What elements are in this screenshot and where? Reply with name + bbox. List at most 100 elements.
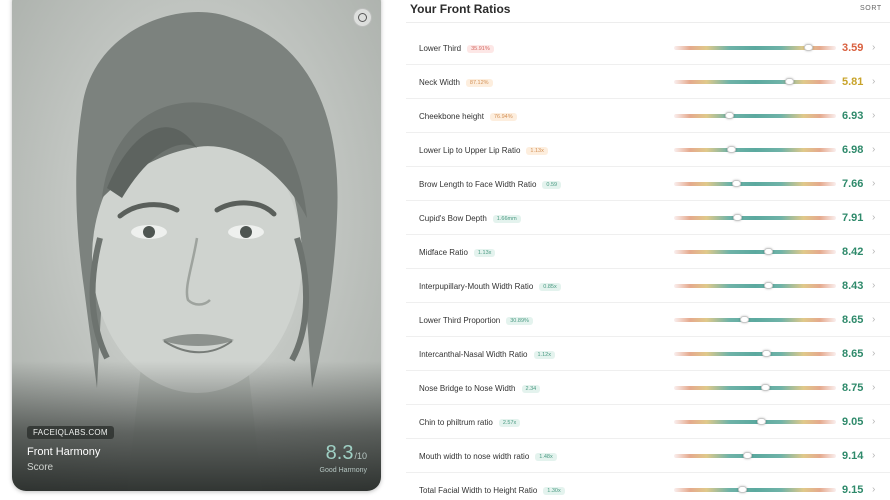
ratio-row[interactable]: Interpupillary-Mouth Width Ratio 0.85x 8.4… [406, 269, 890, 303]
ratio-marker [725, 112, 735, 119]
chevron-right-icon: › [872, 416, 876, 427]
chevron-right-icon: › [872, 246, 876, 257]
ratio-range-bar [674, 250, 836, 254]
ratio-label: Chin to philtrum ratio 2.57x [419, 418, 521, 427]
ratio-score: 9.14 [842, 450, 864, 462]
ratio-measure-badge: 0.59 [542, 181, 562, 189]
ratio-row[interactable]: Intercanthal-Nasal Width Ratio 1.12x 8.65 › [406, 337, 890, 371]
ratio-row[interactable]: Cupid's Bow Depth 1.66mm 7.91 › [406, 201, 890, 235]
ratio-row[interactable]: Total Facial Width to Height Ratio 1.30x 9… [406, 473, 890, 500]
ratio-name: Intercanthal-Nasal Width Ratio [419, 350, 528, 359]
chevron-right-icon: › [872, 348, 876, 359]
ratio-measure-badge: 1.30x [543, 487, 565, 495]
ratio-label: Brow Length to Face Width Ratio 0.59 [419, 180, 562, 189]
ratio-measure-badge: 87.12% [465, 79, 493, 87]
chevron-right-icon: › [872, 212, 876, 223]
ratio-measure-badge: 1.48x [535, 453, 557, 461]
ratio-range-bar [674, 420, 836, 424]
ratio-name: Lower Lip to Upper Lip Ratio [419, 146, 521, 155]
settings-button[interactable] [353, 8, 372, 27]
ratio-range-bar [674, 488, 836, 492]
ratio-row[interactable]: Lower Lip to Upper Lip Ratio 1.13x 6.98 › [406, 133, 890, 167]
panel-title: Your Front Ratios [410, 2, 511, 16]
brand-watermark: FACEIQLABS.COM [27, 426, 114, 439]
chevron-right-icon: › [872, 450, 876, 461]
ratio-range-bar [674, 454, 836, 458]
ratio-score: 8.65 [842, 314, 864, 326]
ratio-measure-badge: 1.13x [526, 147, 548, 155]
ratio-label: Cupid's Bow Depth 1.66mm [419, 214, 521, 223]
ratio-row[interactable]: Neck Width 87.12% 5.81 › [406, 65, 890, 99]
panel-divider [406, 22, 890, 23]
ratio-label: Midface Ratio 1.13x [419, 248, 496, 257]
ratio-score: 8.75 [842, 382, 864, 394]
ratio-measure-badge: 0.85x [539, 283, 561, 291]
ratio-score: 8.65 [842, 348, 864, 360]
ratio-name: Cheekbone height [419, 112, 484, 121]
ratio-range-bar [674, 318, 836, 322]
ratio-measure-badge: 1.12x [533, 351, 555, 359]
ratio-row[interactable]: Lower Third Proportion 30.89% 8.65 › [406, 303, 890, 337]
ratio-name: Mouth width to nose width ratio [419, 452, 530, 461]
chevron-right-icon: › [872, 76, 876, 87]
chevron-right-icon: › [872, 280, 876, 291]
ratio-measure-badge: 2.57x [498, 419, 521, 427]
ratio-marker [739, 316, 749, 323]
ratio-measure-badge: 1.13x [473, 249, 496, 257]
ratio-list: Lower Third 35.91% 3.59 › Neck Width 87.12% 5.… [406, 31, 890, 500]
front-photo-card[interactable]: FACEIQLABS.COM Front Harmony Score 8.3/1… [12, 0, 381, 491]
harmony-score: 8.3/10 [326, 442, 367, 465]
ratio-score: 6.98 [842, 144, 864, 156]
ratio-label: Lower Third Proportion 30.89% [419, 316, 533, 325]
ratio-row[interactable]: Cheekbone height 76.94% 6.93 › [406, 99, 890, 133]
score-denominator: /10 [354, 451, 367, 461]
ratio-name: Midface Ratio [419, 248, 468, 257]
ratio-label: Nose Bridge to Nose Width 2.34 [419, 384, 541, 393]
score-subtitle: Score [27, 462, 54, 473]
ratio-marker [785, 78, 795, 85]
ratio-row[interactable]: Chin to philtrum ratio 2.57x 9.05 › [406, 405, 890, 439]
ratio-score: 7.91 [842, 212, 864, 224]
ratio-range-bar [674, 284, 836, 288]
ratio-range-bar [674, 148, 836, 152]
ratio-name: Interpupillary-Mouth Width Ratio [419, 282, 534, 291]
ratio-label: Total Facial Width to Height Ratio 1.30x [419, 486, 565, 495]
ratio-measure-badge: 1.66mm [492, 215, 521, 223]
ratio-score: 9.15 [842, 484, 864, 496]
chevron-right-icon: › [872, 314, 876, 325]
ratio-label: Neck Width 87.12% [419, 78, 493, 87]
ratio-row[interactable]: Nose Bridge to Nose Width 2.34 8.75 › [406, 371, 890, 405]
ratio-marker [733, 214, 743, 221]
ratio-name: Lower Third Proportion [419, 316, 501, 325]
ratio-range-bar [674, 182, 836, 186]
ratio-marker [738, 486, 748, 493]
ratio-measure-badge: 2.34 [521, 385, 541, 393]
chevron-right-icon: › [872, 484, 876, 495]
ratio-score: 8.42 [842, 246, 864, 258]
ratio-measure-badge: 35.91% [467, 45, 494, 53]
ratio-range-bar [674, 386, 836, 390]
ratio-score: 9.05 [842, 416, 864, 428]
ratio-measure-badge: 76.94% [489, 113, 517, 121]
chevron-right-icon: › [872, 178, 876, 189]
ratio-marker [742, 452, 752, 459]
chevron-right-icon: › [872, 382, 876, 393]
sort-button[interactable]: SORT [860, 5, 882, 12]
ratio-marker [762, 350, 772, 357]
ratio-row[interactable]: Mouth width to nose width ratio 1.48x 9.14… [406, 439, 890, 473]
ratio-marker [763, 282, 773, 289]
ratio-name: Neck Width [419, 78, 460, 87]
ratio-score: 8.43 [842, 280, 864, 292]
ratio-row[interactable]: Midface Ratio 1.13x 8.42 › [406, 235, 890, 269]
ratio-range-bar [674, 114, 836, 118]
chevron-right-icon: › [872, 110, 876, 121]
ratio-score: 6.93 [842, 110, 864, 122]
ratio-row[interactable]: Brow Length to Face Width Ratio 0.59 7.66 › [406, 167, 890, 201]
score-rating-label: Good Harmony [319, 467, 367, 474]
ratio-label: Interpupillary-Mouth Width Ratio 0.85x [419, 282, 561, 291]
gear-icon [358, 13, 367, 22]
score-value: 8.3 [325, 442, 354, 464]
ratio-row[interactable]: Lower Third 35.91% 3.59 › [406, 31, 890, 65]
ratio-range-bar [674, 80, 836, 84]
ratio-name: Nose Bridge to Nose Width [419, 384, 516, 393]
